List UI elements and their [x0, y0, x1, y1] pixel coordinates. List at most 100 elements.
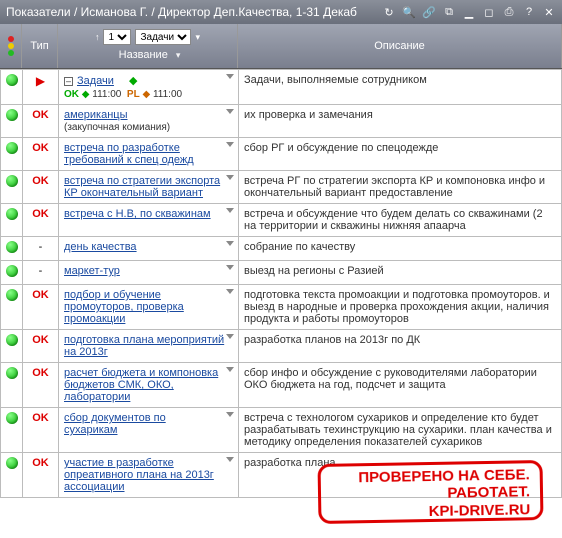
table-row: - маркет-тур выезд на регионы с Разией — [1, 261, 562, 285]
tasks-select[interactable]: Задачи — [135, 29, 191, 45]
row-title-link[interactable]: Задачи — [77, 75, 126, 87]
titlebar-controls: ↻ 🔍 🔗 ⧉ ▁ ◻ ⎙ ? ✕ — [382, 5, 556, 19]
dropdown-icon[interactable]: ▾ — [195, 32, 200, 43]
row-menu-icon[interactable] — [226, 367, 234, 372]
table-row: ▶ –Задачи ◆OK ◆ 111:00 PL ◆ 111:00Задачи,… — [1, 70, 562, 105]
status-cell — [1, 408, 23, 453]
header-desc[interactable]: Описание — [238, 24, 562, 68]
refresh-icon[interactable]: ↻ — [382, 5, 396, 19]
desc-cell: встреча с технологом сухариков и определ… — [239, 408, 562, 453]
link-icon[interactable]: 🔗 — [422, 5, 436, 19]
row-menu-icon[interactable] — [226, 334, 234, 339]
status-green-icon — [6, 289, 18, 301]
desc-cell: подготовка текста промоакции и подготовк… — [239, 285, 562, 330]
table-row: OKсбор документов по сухарикамвстреча с … — [1, 408, 562, 453]
status-green-icon — [6, 412, 18, 424]
desc-cell: их проверка и замечания — [239, 105, 562, 138]
status-green-icon — [6, 265, 18, 277]
status-green-icon — [6, 334, 18, 346]
page-select[interactable]: 1 — [103, 29, 131, 45]
row-menu-icon[interactable] — [226, 175, 234, 180]
title-cell: участие в разработке опреативного плана … — [59, 453, 239, 498]
row-title-link[interactable]: сбор документов по сухарикам — [64, 412, 166, 436]
maximize-icon[interactable]: ◻ — [482, 5, 496, 19]
status-cell — [1, 171, 23, 204]
type-cell: OK — [23, 285, 59, 330]
row-menu-icon[interactable] — [226, 74, 234, 79]
ok-badge: OK — [32, 142, 49, 154]
status-green-icon — [6, 241, 18, 253]
dash-icon: - — [39, 265, 43, 277]
status-cell — [1, 363, 23, 408]
row-menu-icon[interactable] — [226, 241, 234, 246]
ok-badge: OK — [32, 289, 49, 301]
row-title-link[interactable]: подготовка плана мероприятий на 2013г — [64, 334, 224, 358]
header-type[interactable]: Тип — [22, 24, 58, 68]
title-cell: встреча по стратегии экспорта КР окончат… — [59, 171, 239, 204]
status-green-icon — [6, 142, 18, 154]
type-cell: OK — [23, 204, 59, 237]
search-icon[interactable]: 🔍 — [402, 5, 416, 19]
sort-up-icon[interactable]: ↑ — [95, 32, 100, 42]
row-title-link[interactable]: участие в разработке опреативного плана … — [64, 457, 214, 493]
minimize-icon[interactable]: ▁ — [462, 5, 476, 19]
title-cell: подбор и обучение промоуторов, проверка … — [59, 285, 239, 330]
ok-badge: OK — [32, 175, 49, 187]
row-menu-icon[interactable] — [226, 208, 234, 213]
ok-badge: OK — [32, 367, 49, 379]
row-title-link[interactable]: встреча по разработке требований к спец … — [64, 142, 206, 166]
export-icon[interactable]: ⧉ — [442, 5, 456, 19]
title-cell: расчет бюджета и компоновка бюджетов СМК… — [59, 363, 239, 408]
row-menu-icon[interactable] — [226, 457, 234, 462]
type-cell: OK — [23, 138, 59, 171]
ok-badge: OK — [32, 109, 49, 121]
row-menu-icon[interactable] — [226, 412, 234, 417]
row-title-link[interactable]: маркет-тур — [64, 265, 132, 277]
status-green-icon — [6, 457, 18, 469]
title-cell: –Задачи ◆OK ◆ 111:00 PL ◆ 111:00 — [59, 70, 239, 105]
row-title-link[interactable]: расчет бюджета и компоновка бюджетов СМК… — [64, 367, 218, 403]
status-green-icon — [6, 175, 18, 187]
row-title-link[interactable]: встреча по стратегии экспорта КР окончат… — [64, 175, 220, 199]
kpi-row: OK ◆ 111:00 PL ◆ 111:00 — [64, 89, 233, 100]
header-status — [0, 24, 22, 68]
status-cell — [1, 138, 23, 171]
tree-collapse-icon[interactable]: – — [64, 77, 73, 86]
desc-cell: выезд на регионы с Разией — [239, 261, 562, 285]
row-subtext: (закупочная комиания) — [64, 122, 233, 133]
table-row: -день качествасобрание по качеству — [1, 237, 562, 261]
print-icon[interactable]: ⎙ — [502, 5, 516, 19]
desc-cell: Задачи, выполняемые сотрудником — [239, 70, 562, 105]
table-row: OKподготовка плана мероприятий на 2013гр… — [1, 330, 562, 363]
data-table: ▶ –Задачи ◆OK ◆ 111:00 PL ◆ 111:00Задачи,… — [0, 69, 562, 498]
row-menu-icon[interactable] — [226, 265, 234, 270]
desc-cell: встреча и обсуждение что будем делать со… — [239, 204, 562, 237]
table-row: OK расчет бюджета и компоновка бюджетов С… — [1, 363, 562, 408]
table-row: OKамериканцы(закупочная комиания)их пров… — [1, 105, 562, 138]
type-cell: ▶ — [23, 70, 59, 105]
status-green-icon — [6, 74, 18, 86]
row-title-link[interactable]: день качества — [64, 241, 149, 253]
status-cell — [1, 453, 23, 498]
type-cell: OK — [23, 363, 59, 408]
row-menu-icon[interactable] — [226, 142, 234, 147]
help-icon[interactable]: ? — [522, 5, 536, 19]
sort-indicator-icon[interactable]: ▾ — [176, 50, 181, 61]
status-cell — [1, 261, 23, 285]
row-menu-icon[interactable] — [226, 289, 234, 294]
type-cell: - — [23, 261, 59, 285]
table-row: OKучастие в разработке опреативного план… — [1, 453, 562, 498]
title-cell: подготовка плана мероприятий на 2013г — [59, 330, 239, 363]
row-menu-icon[interactable] — [226, 109, 234, 114]
status-cell — [1, 237, 23, 261]
play-icon[interactable]: ▶ — [36, 74, 45, 88]
title-cell: встреча по разработке требований к спец … — [59, 138, 239, 171]
title-cell: американцы(закупочная комиания) — [59, 105, 239, 138]
row-title-link[interactable]: встреча с Н.В, по скважинам — [64, 208, 223, 220]
title-cell: маркет-тур — [59, 261, 239, 285]
row-title-link[interactable]: подбор и обучение промоуторов, проверка … — [64, 289, 184, 325]
row-title-link[interactable]: американцы — [64, 109, 140, 121]
status-cell — [1, 105, 23, 138]
status-green-icon — [6, 367, 18, 379]
close-icon[interactable]: ✕ — [542, 5, 556, 19]
